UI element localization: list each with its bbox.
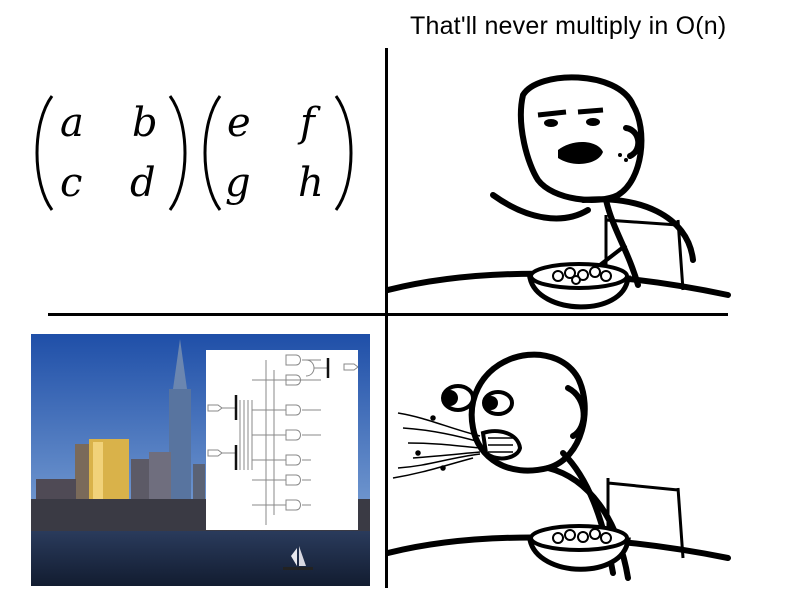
paren-open-right bbox=[203, 95, 222, 211]
ear bbox=[623, 125, 642, 159]
input-pin-a bbox=[207, 404, 223, 412]
face-features bbox=[537, 107, 628, 164]
matrix-product: a b c d e f g h bbox=[35, 95, 353, 211]
matrix-a-r2c2: d bbox=[130, 160, 156, 206]
panel-divider-horizontal bbox=[48, 313, 728, 316]
arm-back bbox=[580, 196, 696, 263]
matrix-b-r2c2: h bbox=[298, 160, 324, 206]
cereal-guy-calm bbox=[388, 74, 731, 310]
circuit-schematic bbox=[207, 354, 359, 525]
cereal-bowl bbox=[526, 524, 631, 572]
logic-circuit-diagram bbox=[206, 350, 359, 530]
meme-caption: That'll never multiply in O(n) bbox=[410, 12, 727, 40]
paren-open-left bbox=[35, 95, 54, 211]
matrix-a-r1c1: a bbox=[60, 100, 84, 146]
matrix-b-r1c2: f bbox=[297, 100, 321, 146]
cereal-guy-spitting bbox=[388, 351, 731, 581]
paren-close-right bbox=[334, 95, 353, 211]
input-pin-b bbox=[207, 449, 223, 457]
matrix-right: e f g h bbox=[203, 95, 353, 211]
matrix-a-r2c1: c bbox=[60, 160, 82, 206]
output-pin bbox=[343, 363, 359, 371]
spit-spray bbox=[392, 412, 481, 479]
head-outline bbox=[517, 74, 645, 203]
cereal-bowl bbox=[526, 243, 631, 310]
matrix-a-r1c2: b bbox=[132, 100, 158, 146]
matrix-b-r1c1: e bbox=[227, 100, 251, 146]
matrix-left: a b c d bbox=[35, 95, 187, 211]
river bbox=[31, 531, 370, 586]
paren-close-left bbox=[168, 95, 187, 211]
matrix-b-r2c1: g bbox=[225, 160, 251, 206]
